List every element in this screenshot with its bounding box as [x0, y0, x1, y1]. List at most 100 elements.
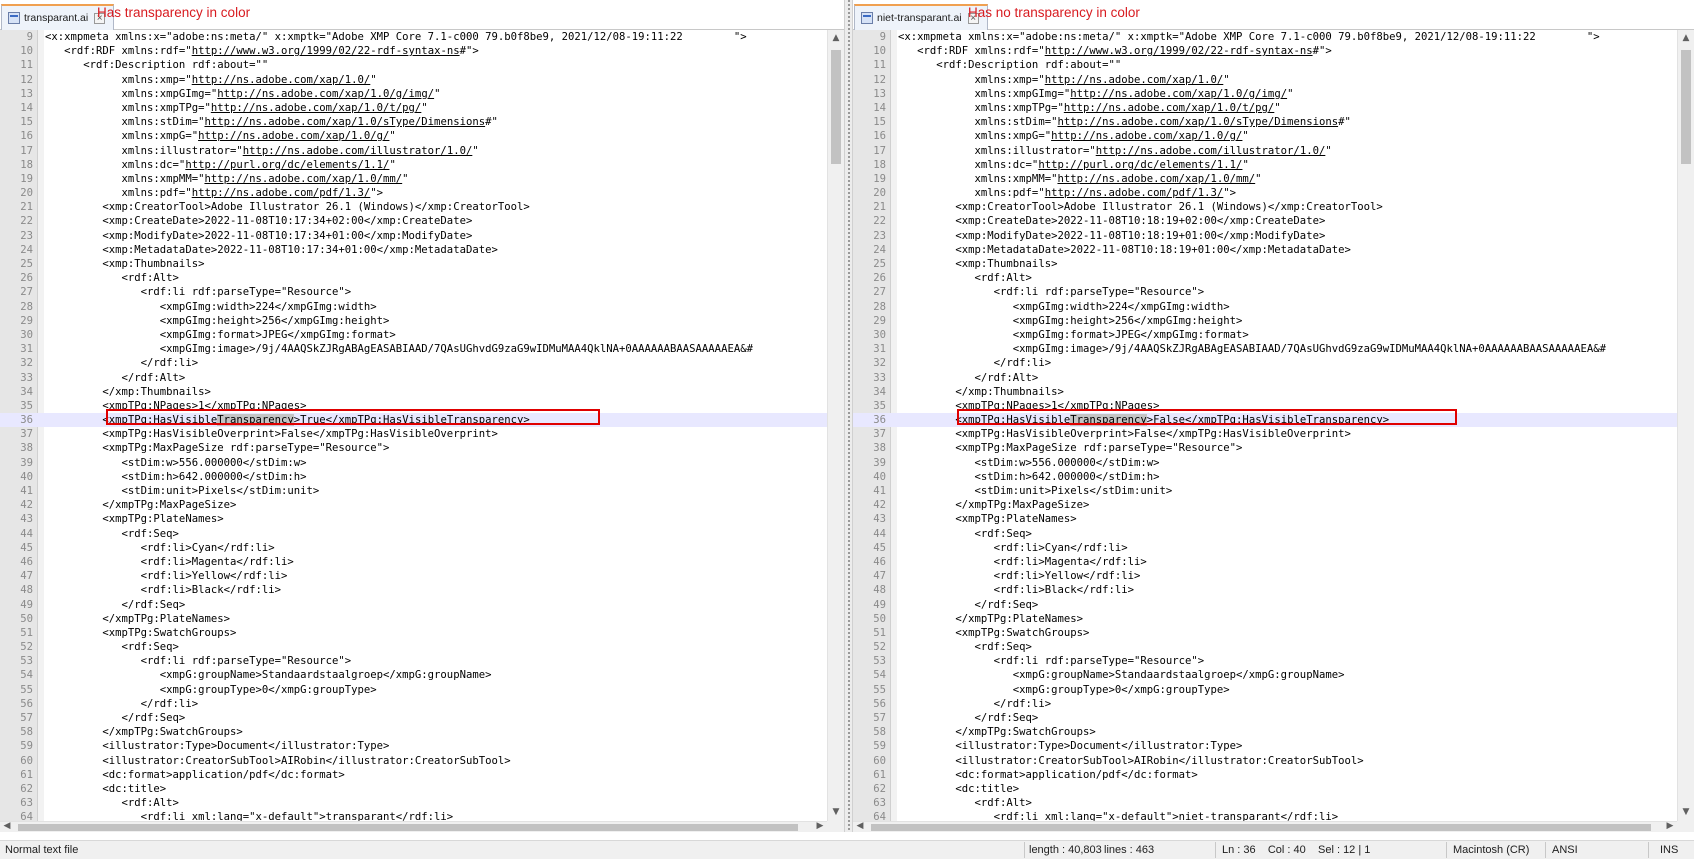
- code-line[interactable]: 28 <xmpGImg:width>224</xmpGImg:width>: [0, 300, 827, 314]
- code-line[interactable]: 17 xmlns:illustrator="http://ns.adobe.co…: [0, 144, 827, 158]
- url-link[interactable]: http://ns.adobe.com/xap/1.0/mm/: [1057, 173, 1255, 185]
- code-line[interactable]: 10 <rdf:RDF xmlns:rdf="http://www.w3.org…: [853, 44, 1677, 58]
- code-line[interactable]: 30 <xmpGImg:format>JPEG</xmpGImg:format>: [0, 328, 827, 342]
- code-line[interactable]: 37 <xmpTPg:HasVisibleOverprint>False</xm…: [853, 427, 1677, 441]
- code-line[interactable]: 51 <xmpTPg:SwatchGroups>: [0, 626, 827, 640]
- code-line[interactable]: 27 <rdf:li rdf:parseType="Resource">: [0, 285, 827, 299]
- code-line[interactable]: 49 </rdf:Seq>: [0, 598, 827, 612]
- code-line[interactable]: 39 <stDim:w>556.000000</stDim:w>: [0, 456, 827, 470]
- code-line[interactable]: 56 </rdf:li>: [0, 697, 827, 711]
- url-link[interactable]: http://ns.adobe.com/pdf/1.3/: [1045, 187, 1224, 199]
- code-line[interactable]: 20 xmlns:pdf="http://ns.adobe.com/pdf/1.…: [0, 186, 827, 200]
- code-line[interactable]: 55 <xmpG:groupType>0</xmpG:groupType>: [0, 683, 827, 697]
- scrollbar-thumb[interactable]: [18, 824, 798, 831]
- code-line[interactable]: 21 <xmp:CreatorTool>Adobe Illustrator 26…: [0, 200, 827, 214]
- code-line[interactable]: 29 <xmpGImg:height>256</xmpGImg:height>: [853, 314, 1677, 328]
- horizontal-scrollbar[interactable]: ◀ ▶: [0, 821, 827, 832]
- code-line[interactable]: 62 <dc:title>: [0, 782, 827, 796]
- url-link[interactable]: http://ns.adobe.com/illustrator/1.0/: [1096, 145, 1326, 157]
- url-link[interactable]: http://ns.adobe.com/xap/1.0/g/: [1051, 130, 1242, 142]
- code-line[interactable]: 20 xmlns:pdf="http://ns.adobe.com/pdf/1.…: [853, 186, 1677, 200]
- url-link[interactable]: http://ns.adobe.com/xap/1.0/mm/: [204, 173, 402, 185]
- code-line[interactable]: 39 <stDim:w>556.000000</stDim:w>: [853, 456, 1677, 470]
- url-link[interactable]: http://ns.adobe.com/xap/1.0/: [1045, 74, 1224, 86]
- code-line[interactable]: 22 <xmp:CreateDate>2022-11-08T10:17:34+0…: [0, 214, 827, 228]
- code-line[interactable]: 48 <rdf:li>Black</rdf:li>: [0, 583, 827, 597]
- code-line[interactable]: 48 <rdf:li>Black</rdf:li>: [853, 583, 1677, 597]
- code-line[interactable]: 38 <xmpTPg:MaxPageSize rdf:parseType="Re…: [853, 441, 1677, 455]
- code-line[interactable]: 32 </rdf:li>: [853, 356, 1677, 370]
- code-line[interactable]: 61 <dc:format>application/pdf</dc:format…: [853, 768, 1677, 782]
- vertical-scrollbar[interactable]: ▲ ▼: [1677, 30, 1694, 821]
- scrollbar-thumb[interactable]: [1681, 50, 1691, 164]
- code-line[interactable]: 15 xmlns:stDim="http://ns.adobe.com/xap/…: [853, 115, 1677, 129]
- scroll-right-icon[interactable]: ▶: [1663, 819, 1677, 833]
- code-line[interactable]: 60 <illustrator:CreatorSubTool>AIRobin</…: [0, 754, 827, 768]
- code-line[interactable]: 9 <x:xmpmeta xmlns:x="adobe:ns:meta/" x:x…: [853, 30, 1677, 44]
- code-line[interactable]: 23 <xmp:ModifyDate>2022-11-08T10:18:19+0…: [853, 229, 1677, 243]
- code-line[interactable]: 42 </xmpTPg:MaxPageSize>: [853, 498, 1677, 512]
- code-line[interactable]: 11 <rdf:Description rdf:about="": [853, 58, 1677, 72]
- code-line[interactable]: 42 </xmpTPg:MaxPageSize>: [0, 498, 827, 512]
- code-line[interactable]: 26 <rdf:Alt>: [853, 271, 1677, 285]
- code-line[interactable]: 63 <rdf:Alt>: [853, 796, 1677, 810]
- scroll-left-icon[interactable]: ◀: [853, 819, 867, 833]
- code-line[interactable]: 51 <xmpTPg:SwatchGroups>: [853, 626, 1677, 640]
- scroll-right-icon[interactable]: ▶: [813, 819, 827, 833]
- code-line[interactable]: 34 </xmp:Thumbnails>: [853, 385, 1677, 399]
- url-link[interactable]: http://ns.adobe.com/pdf/1.3/: [192, 187, 371, 199]
- url-link[interactable]: http://purl.org/dc/elements/1.1/: [1038, 159, 1242, 171]
- code-line[interactable]: 17 xmlns:illustrator="http://ns.adobe.co…: [853, 144, 1677, 158]
- url-link[interactable]: http://ns.adobe.com/xap/1.0/t/pg/: [211, 102, 421, 114]
- code-line[interactable]: 62 <dc:title>: [853, 782, 1677, 796]
- code-line[interactable]: 25 <xmp:Thumbnails>: [0, 257, 827, 271]
- url-link[interactable]: http://ns.adobe.com/xap/1.0/: [192, 74, 371, 86]
- code-line[interactable]: 47 <rdf:li>Yellow</rdf:li>: [853, 569, 1677, 583]
- code-line[interactable]: 56 </rdf:li>: [853, 697, 1677, 711]
- url-link[interactable]: http://purl.org/dc/elements/1.1/: [185, 159, 389, 171]
- code-line[interactable]: 40 <stDim:h>642.000000</stDim:h>: [0, 470, 827, 484]
- code-line[interactable]: 53 <rdf:li rdf:parseType="Resource">: [0, 654, 827, 668]
- code-line[interactable]: 64 <rdf:li xml:lang="x-default">niet-tra…: [853, 810, 1677, 821]
- code-line[interactable]: 34 </xmp:Thumbnails>: [0, 385, 827, 399]
- url-link[interactable]: http://ns.adobe.com/illustrator/1.0/: [243, 145, 473, 157]
- code-line[interactable]: 33 </rdf:Alt>: [0, 371, 827, 385]
- code-line[interactable]: 61 <dc:format>application/pdf</dc:format…: [0, 768, 827, 782]
- url-link[interactable]: http://ns.adobe.com/xap/1.0/sType/Dimens…: [1057, 116, 1338, 128]
- code-line[interactable]: 52 <rdf:Seq>: [853, 640, 1677, 654]
- code-line[interactable]: 11 <rdf:Description rdf:about="": [0, 58, 827, 72]
- code-line[interactable]: 14 xmlns:xmpTPg="http://ns.adobe.com/xap…: [853, 101, 1677, 115]
- code-line[interactable]: 16 xmlns:xmpG="http://ns.adobe.com/xap/1…: [0, 129, 827, 143]
- code-line[interactable]: 13 xmlns:xmpGImg="http://ns.adobe.com/xa…: [853, 87, 1677, 101]
- code-line[interactable]: 43 <xmpTPg:PlateNames>: [853, 512, 1677, 526]
- url-link[interactable]: http://ns.adobe.com/xap/1.0/sType/Dimens…: [204, 116, 485, 128]
- code-line[interactable]: 18 xmlns:dc="http://purl.org/dc/elements…: [0, 158, 827, 172]
- code-line[interactable]: 53 <rdf:li rdf:parseType="Resource">: [853, 654, 1677, 668]
- code-line[interactable]: 31 <xmpGImg:image>/9j/4AAQSkZJRgABAgEASA…: [0, 342, 827, 356]
- code-line[interactable]: 59 <illustrator:Type>Document</illustrat…: [0, 739, 827, 753]
- code-line[interactable]: 64 <rdf:li xml:lang="x-default">transpar…: [0, 810, 827, 821]
- code-line[interactable]: 18 xmlns:dc="http://purl.org/dc/elements…: [853, 158, 1677, 172]
- code-line[interactable]: 9 <x:xmpmeta xmlns:x="adobe:ns:meta/" x:x…: [0, 30, 827, 44]
- code-line[interactable]: 49 </rdf:Seq>: [853, 598, 1677, 612]
- code-line[interactable]: 22 <xmp:CreateDate>2022-11-08T10:18:19+0…: [853, 214, 1677, 228]
- code-line[interactable]: 10 <rdf:RDF xmlns:rdf="http://www.w3.org…: [0, 44, 827, 58]
- code-line[interactable]: 45 <rdf:li>Cyan</rdf:li>: [853, 541, 1677, 555]
- horizontal-scrollbar[interactable]: ◀ ▶: [853, 821, 1677, 832]
- code-line[interactable]: 46 <rdf:li>Magenta</rdf:li>: [0, 555, 827, 569]
- code-line[interactable]: 43 <xmpTPg:PlateNames>: [0, 512, 827, 526]
- code-line[interactable]: 55 <xmpG:groupType>0</xmpG:groupType>: [853, 683, 1677, 697]
- scroll-up-icon[interactable]: ▲: [1678, 30, 1694, 47]
- code-line[interactable]: 15 xmlns:stDim="http://ns.adobe.com/xap/…: [0, 115, 827, 129]
- code-line[interactable]: 33 </rdf:Alt>: [853, 371, 1677, 385]
- url-link[interactable]: http://www.w3.org/1999/02/22-rdf-syntax-…: [1045, 45, 1313, 57]
- code-line[interactable]: 38 <xmpTPg:MaxPageSize rdf:parseType="Re…: [0, 441, 827, 455]
- scroll-left-icon[interactable]: ◀: [0, 819, 14, 833]
- code-line[interactable]: 44 <rdf:Seq>: [0, 527, 827, 541]
- code-line[interactable]: 24 <xmp:MetadataDate>2022-11-08T10:17:34…: [0, 243, 827, 257]
- code-line[interactable]: 29 <xmpGImg:height>256</xmpGImg:height>: [0, 314, 827, 328]
- code-line[interactable]: 24 <xmp:MetadataDate>2022-11-08T10:18:19…: [853, 243, 1677, 257]
- code-line[interactable]: 32 </rdf:li>: [0, 356, 827, 370]
- code-line[interactable]: 59 <illustrator:Type>Document</illustrat…: [853, 739, 1677, 753]
- scrollbar-thumb[interactable]: [871, 824, 1651, 831]
